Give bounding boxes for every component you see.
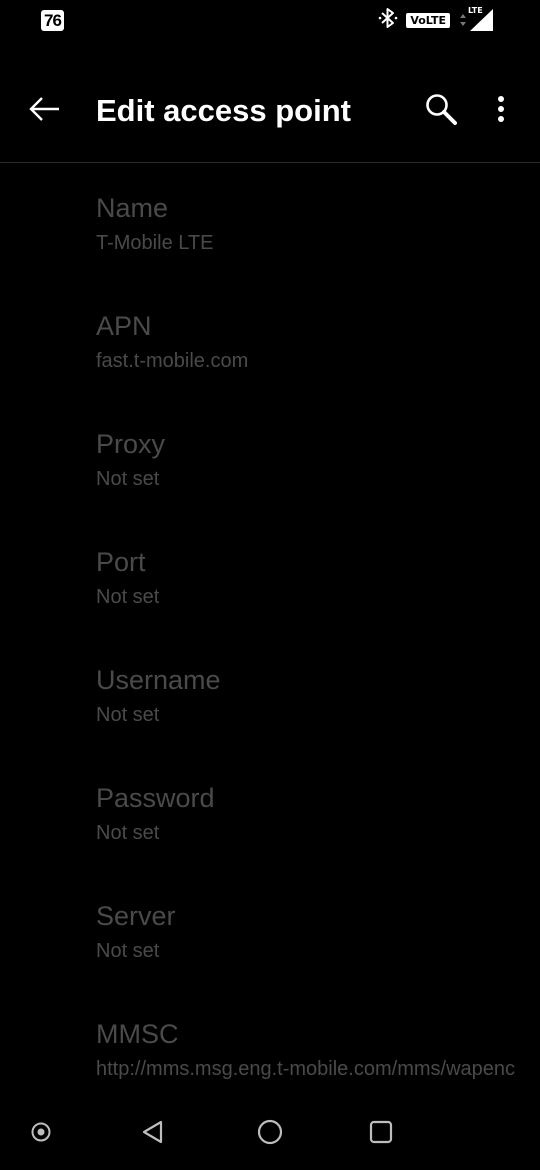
bluetooth-icon — [378, 7, 398, 34]
status-bar: 76 VoLTE LTE — [0, 0, 540, 40]
arrow-back-icon — [29, 96, 61, 127]
volte-badge: VoLTE — [406, 12, 450, 28]
search-icon — [423, 91, 459, 132]
pref-title: APN — [96, 311, 152, 341]
pref-username[interactable]: Username Not set — [0, 635, 540, 753]
apn-settings-list: Name T-Mobile LTE APN fast.t-mobile.com … — [0, 163, 540, 1093]
pref-title: Server — [96, 901, 176, 931]
pref-password[interactable]: Password Not set — [0, 753, 540, 871]
lte-label: LTE — [468, 6, 483, 15]
search-button[interactable] — [418, 88, 464, 134]
page-title: Edit access point — [96, 93, 351, 128]
pref-title: Proxy — [96, 429, 166, 459]
pref-mmsc[interactable]: MMSC http://mms.msg.eng.t-mobile.com/mms… — [0, 989, 540, 1093]
pref-summary: Not set — [96, 586, 160, 608]
pref-summary: Not set — [96, 468, 160, 490]
battery-level-badge: 76 — [41, 10, 64, 31]
signal-icon: LTE — [458, 6, 494, 32]
nav-home-button[interactable] — [250, 1112, 290, 1156]
pref-summary: Not set — [96, 940, 160, 962]
nav-back-icon — [141, 1119, 165, 1150]
nav-back-button[interactable] — [133, 1112, 173, 1156]
navigation-bar — [0, 1100, 540, 1170]
back-button[interactable] — [22, 88, 68, 134]
status-icons: VoLTE LTE — [378, 6, 494, 34]
pref-summary: Not set — [96, 704, 160, 726]
more-options-button[interactable] — [478, 88, 524, 134]
pref-title: Name — [96, 193, 169, 223]
nav-recents-icon — [368, 1119, 394, 1150]
pref-summary: T-Mobile LTE — [96, 232, 214, 254]
pref-server[interactable]: Server Not set — [0, 871, 540, 989]
more-vert-icon — [497, 95, 505, 128]
assistant-button[interactable] — [21, 1112, 61, 1156]
assistant-dot-icon — [30, 1121, 52, 1148]
pref-title: Password — [96, 783, 215, 813]
nav-home-icon — [256, 1118, 284, 1151]
pref-title: MMSC — [96, 1019, 179, 1049]
nav-recents-button[interactable] — [361, 1112, 401, 1156]
pref-title: Port — [96, 547, 146, 577]
pref-apn[interactable]: APN fast.t-mobile.com — [0, 281, 540, 399]
pref-summary: fast.t-mobile.com — [96, 350, 249, 372]
pref-summary: Not set — [96, 822, 160, 844]
pref-port[interactable]: Port Not set — [0, 517, 540, 635]
pref-proxy[interactable]: Proxy Not set — [0, 399, 540, 517]
pref-name[interactable]: Name T-Mobile LTE — [0, 163, 540, 281]
app-bar: Edit access point — [0, 60, 540, 163]
pref-summary: http://mms.msg.eng.t-mobile.com/mms/wape… — [96, 1058, 516, 1080]
pref-title: Username — [96, 665, 221, 695]
